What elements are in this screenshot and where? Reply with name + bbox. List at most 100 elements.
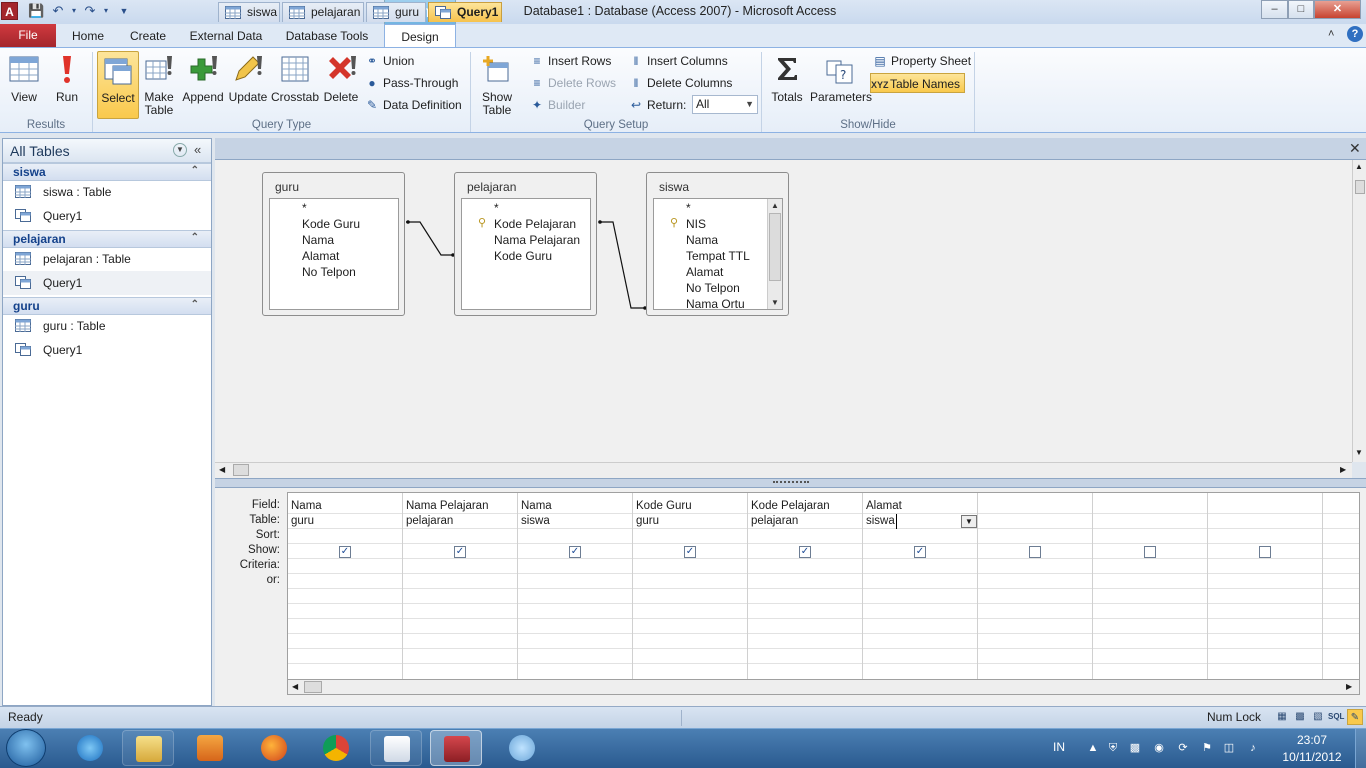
nav-header[interactable]: All Tables ▼ « — [3, 139, 211, 163]
nav-dropdown-icon[interactable]: ▼ — [173, 143, 187, 157]
field-cell[interactable]: Alamat — [866, 499, 902, 514]
grid-column[interactable]: Alamat siswa ▼ ✓ — [863, 493, 978, 679]
field-item[interactable]: * — [302, 200, 307, 216]
show-checkbox[interactable]: ✓ — [799, 546, 811, 558]
show-checkbox[interactable]: ✓ — [914, 546, 926, 558]
show-table-button[interactable]: Show Table — [476, 51, 518, 119]
insert-rows-button[interactable]: ≡ Insert Rows — [529, 51, 611, 71]
grid-column[interactable] — [978, 493, 1093, 679]
tab-create[interactable]: Create — [122, 24, 174, 48]
pivottable-view-icon[interactable]: ▩ — [1292, 709, 1308, 725]
scroll-thumb[interactable] — [304, 681, 322, 693]
volume-icon[interactable]: ♪ — [1246, 741, 1260, 755]
security-shield-icon[interactable]: ⛨ — [1106, 741, 1120, 755]
grid-column[interactable] — [1093, 493, 1208, 679]
field-cell[interactable]: Kode Pelajaran — [751, 499, 830, 514]
sync-icon[interactable]: ⟳ — [1176, 741, 1190, 755]
field-item[interactable]: Alamat — [302, 248, 339, 264]
table-cell[interactable]: pelajaran — [751, 514, 798, 529]
crosstab-button[interactable]: Crosstab — [271, 51, 319, 119]
pivotchart-view-icon[interactable]: ▧ — [1310, 709, 1326, 725]
field-cell[interactable]: Nama — [291, 499, 322, 514]
nav-group-pelajaran[interactable]: pelajaran ⌃ — [3, 230, 211, 248]
show-checkbox[interactable]: ✓ — [569, 546, 581, 558]
field-item[interactable]: Tempat TTL — [686, 248, 750, 264]
field-list-pelajaran[interactable]: pelajaran * ⚲ Kode Pelajaran Nama Pelaja… — [454, 172, 597, 316]
network-icon[interactable]: ◫ — [1222, 741, 1236, 755]
tab-file[interactable]: File — [0, 24, 56, 47]
field-list-siswa[interactable]: siswa * ⚲ NIS Nama Tempat TTL Alamat No … — [646, 172, 789, 316]
table-cell[interactable]: guru — [636, 514, 659, 529]
builder-button[interactable]: ✦ Builder — [529, 95, 585, 115]
table-names-button[interactable]: XYZTable Names — [870, 73, 966, 93]
media-player-icon[interactable] — [184, 730, 236, 766]
join-line-pelajaran-siswa[interactable] — [599, 221, 646, 309]
undo-dropdown-icon[interactable]: ▾ — [66, 3, 82, 19]
sql-view-button[interactable]: SQL — [1328, 709, 1344, 725]
design-vertical-scrollbar[interactable]: ▲ ▼ — [1352, 160, 1366, 462]
show-checkbox[interactable]: ✓ — [684, 546, 696, 558]
scroll-right-icon[interactable]: ▶ — [1340, 465, 1346, 474]
firefox-icon[interactable] — [248, 730, 300, 766]
insert-columns-button[interactable]: ‖ Insert Columns — [628, 51, 728, 71]
scroll-left-icon[interactable]: ◀ — [219, 465, 225, 474]
show-checkbox[interactable] — [1259, 546, 1271, 558]
data-definition-button[interactable]: ✎ Data Definition — [364, 95, 462, 115]
field-item[interactable]: Kode Guru — [302, 216, 360, 232]
show-checkbox[interactable]: ✓ — [454, 546, 466, 558]
view-button[interactable]: View — [4, 51, 44, 119]
tab-external-data[interactable]: External Data — [182, 24, 270, 48]
select-query-button[interactable]: Select — [97, 51, 139, 119]
field-item[interactable]: Nama Pelajaran — [494, 232, 580, 248]
redo-icon[interactable]: ↷ — [82, 3, 98, 19]
append-button[interactable]: Append — [181, 51, 225, 119]
windows-explorer-icon[interactable] — [122, 730, 174, 766]
show-hidden-icons-icon[interactable]: ▲ — [1086, 741, 1100, 755]
access-app-icon[interactable]: A — [1, 2, 18, 20]
grid-horizontal-scrollbar[interactable]: ◀ ▶ — [287, 679, 1360, 695]
nav-collapse-icon[interactable]: « — [194, 142, 201, 157]
nav-item-query1[interactable]: Query1 — [3, 271, 211, 295]
run-button[interactable]: Run — [48, 51, 86, 119]
field-item[interactable]: NIS — [686, 216, 706, 232]
action-center-flag-icon[interactable]: ⚑ — [1200, 741, 1214, 755]
scroll-thumb[interactable] — [769, 213, 781, 281]
table-cell[interactable]: siswa — [521, 514, 550, 529]
field-item[interactable]: Nama — [302, 232, 334, 248]
show-checkbox[interactable] — [1029, 546, 1041, 558]
microsoft-access-taskbar-icon[interactable] — [430, 730, 482, 766]
delete-query-button[interactable]: Delete — [322, 51, 360, 119]
scroll-down-icon[interactable]: ▼ — [771, 298, 779, 307]
join-line-guru-pelajaran[interactable] — [406, 221, 454, 256]
scroll-up-icon[interactable]: ▲ — [1355, 162, 1363, 171]
scroll-right-icon[interactable]: ▶ — [1346, 682, 1352, 691]
union-button[interactable]: ⚭ Union — [364, 51, 414, 71]
field-item[interactable]: No Telpon — [302, 264, 356, 280]
field-item[interactable]: No Telpon — [686, 280, 740, 296]
close-button[interactable]: ✕ — [1314, 0, 1361, 19]
datasheet-view-icon[interactable]: ▦ — [1274, 709, 1290, 725]
doc-tab-siswa[interactable]: siswa — [218, 2, 280, 22]
grid-column[interactable]: Nama Pelajaran pelajaran ✓ — [403, 493, 518, 679]
doc-tab-guru[interactable]: guru — [366, 2, 426, 22]
make-table-button[interactable]: Make Table — [142, 51, 176, 119]
network-monitor-icon[interactable]: ▩ — [1128, 741, 1142, 755]
nav-item-query1[interactable]: Query1 — [3, 204, 211, 228]
table-cell-active[interactable]: siswa — [866, 514, 897, 529]
field-item[interactable]: * — [686, 200, 691, 216]
field-list-scrollbar[interactable]: ▲ ▼ — [767, 199, 782, 309]
scroll-thumb[interactable] — [233, 464, 249, 476]
property-sheet-button[interactable]: ▤ Property Sheet — [872, 51, 971, 71]
scroll-left-icon[interactable]: ◀ — [292, 682, 298, 691]
antivirus-icon[interactable]: ◉ — [1152, 741, 1166, 755]
start-button-icon[interactable] — [6, 729, 46, 767]
doc-tab-query1[interactable]: Query1 — [428, 2, 502, 22]
pane-splitter[interactable] — [215, 478, 1366, 488]
field-item[interactable]: Nama — [686, 232, 718, 248]
undo-icon[interactable]: ↶ — [50, 3, 66, 19]
maximize-button[interactable]: □ — [1288, 0, 1314, 19]
customize-qat-icon[interactable]: ▼ — [116, 3, 132, 19]
grid-column[interactable]: Nama siswa ✓ — [518, 493, 633, 679]
grid-column[interactable]: Kode Guru guru ✓ — [633, 493, 748, 679]
language-indicator[interactable]: IN — [1053, 740, 1065, 754]
